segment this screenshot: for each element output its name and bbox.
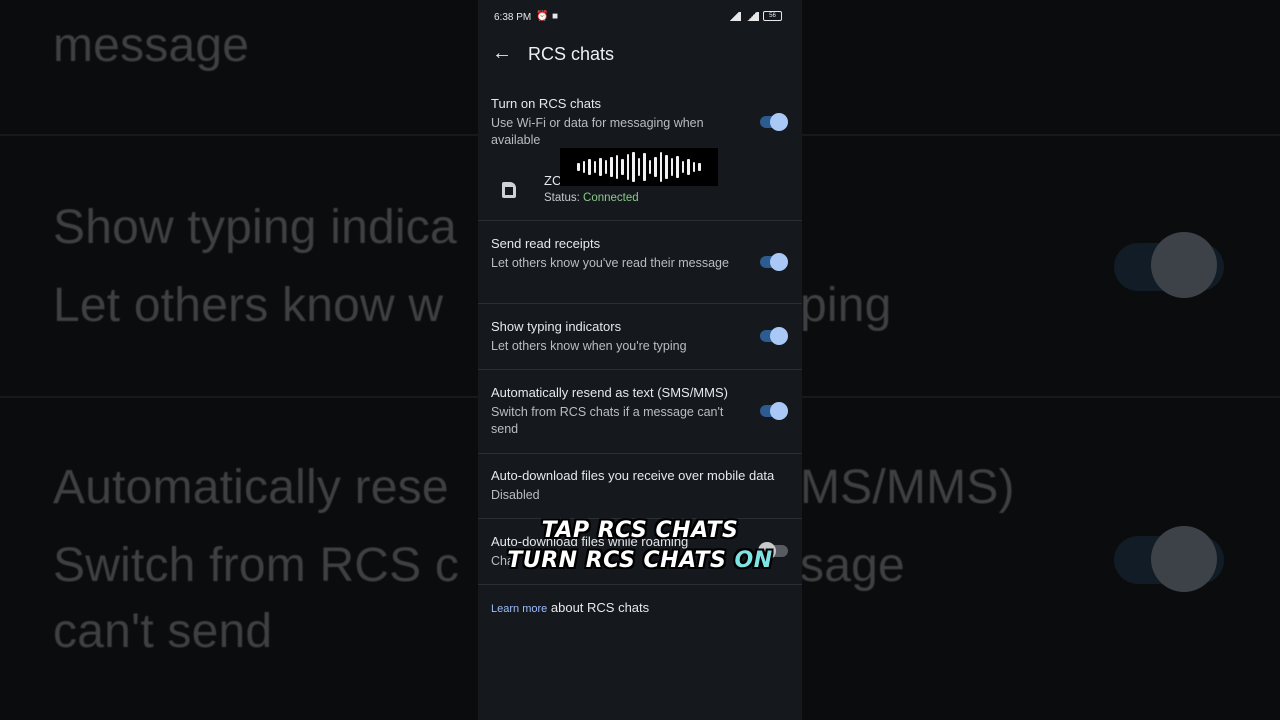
- status-value: Connected: [583, 192, 639, 204]
- page-title: RCS chats: [528, 44, 615, 64]
- setting-read-receipts[interactable]: Send read receipts Let others know you'v…: [478, 228, 802, 304]
- learn-more-link[interactable]: Learn more: [491, 603, 547, 615]
- setting-auto-download-roaming[interactable]: Auto-download files while roaming Cha: [478, 526, 802, 584]
- alarm-icon: ⏰: [536, 11, 551, 22]
- divider: [478, 369, 802, 370]
- read-receipts-toggle[interactable]: [760, 253, 788, 271]
- setting-subtitle: Switch from RCS chats if a message can't…: [491, 405, 724, 436]
- phone-screen: 6:38 PM ⏰ ■ 56 ← RCS chats Turn on RCS c…: [478, 0, 802, 720]
- bg-toggle-knob: [1151, 526, 1217, 592]
- sim-name: ZC: [544, 173, 562, 188]
- toggle-knob: [770, 113, 788, 131]
- setting-title: Automatically resend as text (SMS/MMS): [491, 385, 728, 400]
- setting-typing-indicators[interactable]: Show typing indicators Let others know w…: [478, 311, 802, 369]
- back-arrow-icon[interactable]: ←: [492, 42, 512, 65]
- setting-title: Send read receipts: [491, 236, 601, 251]
- toggle-knob: [758, 542, 776, 560]
- signal-icon: [745, 11, 759, 21]
- bg-text: can't send: [53, 605, 273, 658]
- setting-title: Auto-download files you receive over mob…: [491, 468, 775, 483]
- audio-waveform-overlay: [560, 148, 718, 186]
- status-right: 56: [727, 11, 782, 21]
- roaming-toggle[interactable]: [758, 542, 788, 560]
- divider: [478, 518, 802, 519]
- toggle-knob: [770, 327, 788, 345]
- divider: [478, 453, 802, 454]
- setting-subtitle: Let others know you've read their messag…: [491, 256, 729, 270]
- signal-icon: [727, 11, 741, 21]
- setting-auto-download-mobile[interactable]: Auto-download files you receive over mob…: [478, 460, 802, 518]
- rcs-toggle[interactable]: [760, 113, 788, 131]
- bg-text: ping: [800, 279, 892, 332]
- toggle-knob: [770, 253, 788, 271]
- setting-subtitle: Disabled: [491, 488, 540, 502]
- toggle-knob: [770, 402, 788, 420]
- setting-auto-resend[interactable]: Automatically resend as text (SMS/MMS) S…: [478, 377, 802, 453]
- setting-subtitle: Let others know when you're typing: [491, 339, 687, 353]
- bg-text: sage: [800, 539, 905, 592]
- app-bar: ← RCS chats: [478, 36, 802, 72]
- bg-text: message: [53, 19, 250, 72]
- status-label: Status:: [544, 192, 580, 204]
- divider: [478, 303, 802, 304]
- auto-resend-toggle[interactable]: [760, 402, 788, 420]
- setting-title: Show typing indicators: [491, 319, 622, 334]
- setting-title: Auto-download files while roaming: [491, 534, 689, 549]
- status-time: 6:38 PM: [494, 12, 532, 23]
- bg-text: Let others know w: [53, 279, 444, 332]
- sim-card-icon: [502, 182, 516, 198]
- battery-icon: 56: [763, 11, 782, 21]
- typing-indicators-toggle[interactable]: [760, 327, 788, 345]
- setting-subtitle: Cha: [491, 554, 514, 568]
- bg-text: MS/MMS): [800, 461, 1015, 514]
- divider: [478, 220, 802, 221]
- setting-title: Turn on RCS chats: [491, 96, 602, 111]
- video-icon: ■: [552, 11, 561, 22]
- bg-toggle-knob: [1151, 232, 1217, 298]
- bg-text: Show typing indica: [53, 201, 457, 254]
- learn-more-suffix: about RCS chats: [547, 600, 650, 615]
- sim-status: Status: Connected: [544, 192, 639, 204]
- bg-text: Automatically rese: [53, 461, 449, 514]
- learn-more-text: Learn more about RCS chats: [491, 600, 649, 615]
- status-bar: 6:38 PM ⏰ ■ 56: [478, 0, 802, 34]
- divider: [478, 584, 802, 585]
- bg-text: Switch from RCS c: [53, 539, 460, 592]
- setting-subtitle: Use Wi-Fi or data for messaging when ava…: [491, 116, 704, 147]
